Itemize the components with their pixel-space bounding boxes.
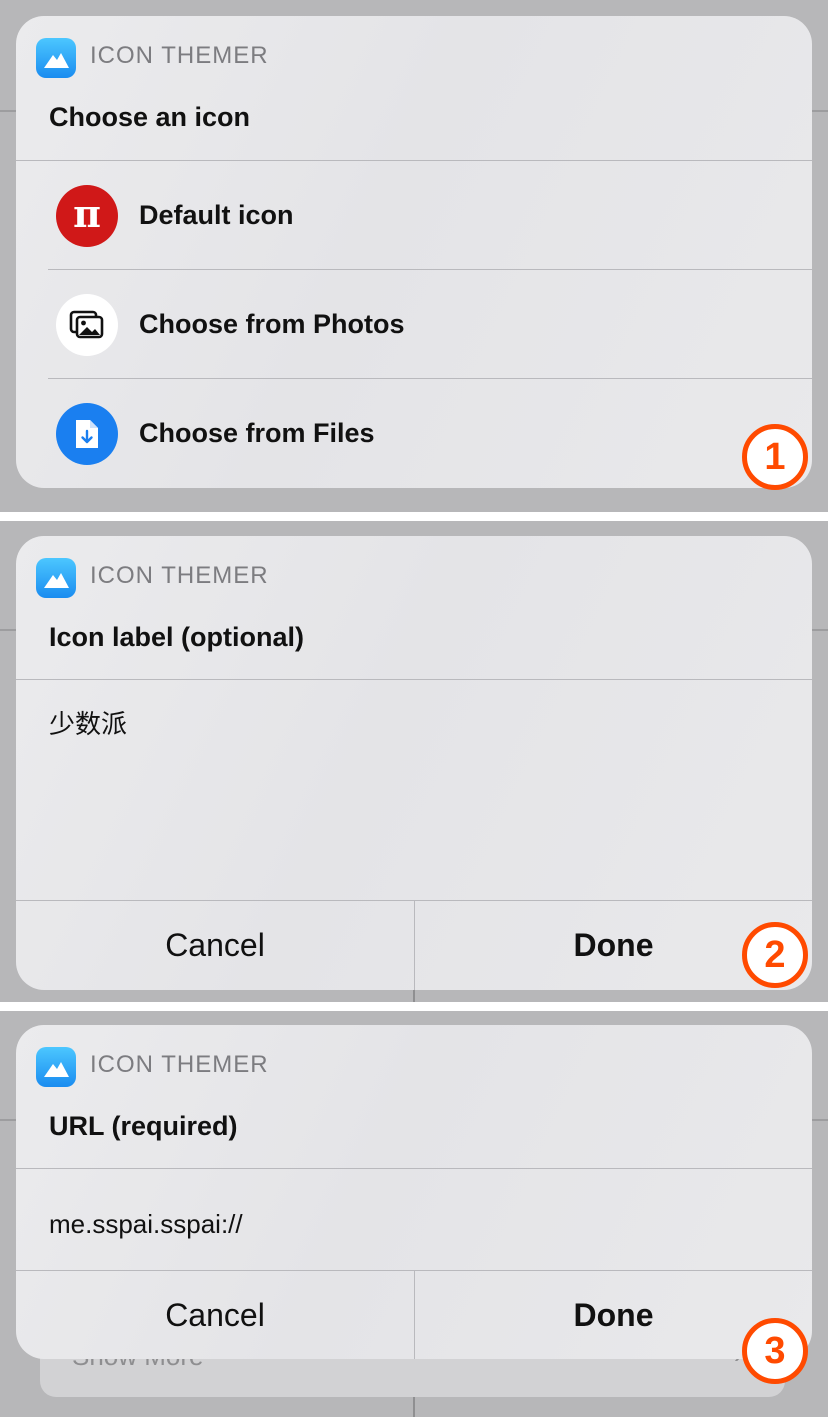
background-divider xyxy=(413,990,415,1002)
sheet-title: Choose an icon xyxy=(49,102,251,132)
app-name: ICON THEMER xyxy=(90,562,269,589)
url-field[interactable]: me.sspai.sspai:// xyxy=(49,1209,243,1240)
choose-icon-sheet: ICON THEMER Choose an icon π Default ico… xyxy=(16,16,812,488)
icon-themer-app-icon xyxy=(36,38,76,78)
option-default-icon[interactable]: π Default icon xyxy=(16,162,812,271)
background-divider xyxy=(0,629,16,631)
background-divider xyxy=(0,1119,16,1121)
header-divider xyxy=(16,1168,812,1169)
option-label: Choose from Files xyxy=(139,418,375,448)
header-divider xyxy=(16,679,812,680)
app-name: ICON THEMER xyxy=(90,1051,269,1078)
step-1-panel: ICON THEMER Choose an icon π Default ico… xyxy=(0,0,828,512)
option-divider xyxy=(48,378,812,379)
step-2-panel: ICON THEMER Icon label (optional) 少数派 Ca… xyxy=(0,521,828,1002)
pi-icon: π xyxy=(56,185,118,247)
option-label: Choose from Photos xyxy=(139,309,405,339)
step-number-badge: 3 xyxy=(742,1318,808,1384)
icon-label-sheet: ICON THEMER Icon label (optional) 少数派 Ca… xyxy=(16,536,812,990)
background-divider xyxy=(0,110,16,112)
option-label: Default icon xyxy=(139,200,294,230)
icon-themer-app-icon xyxy=(36,1047,76,1087)
sheet-title: URL (required) xyxy=(49,1111,238,1141)
background-divider xyxy=(812,1119,828,1121)
option-choose-from-photos[interactable]: Choose from Photos xyxy=(16,271,812,380)
header-divider xyxy=(16,160,812,161)
sheet-title: Icon label (optional) xyxy=(49,622,304,652)
option-choose-from-files[interactable]: Choose from Files xyxy=(16,380,812,488)
background-divider xyxy=(812,629,828,631)
app-name: ICON THEMER xyxy=(90,42,269,69)
background-divider xyxy=(413,1397,415,1417)
cancel-button[interactable]: Cancel xyxy=(16,1271,414,1359)
icon-themer-app-icon xyxy=(36,558,76,598)
files-icon xyxy=(56,403,118,465)
step-number-badge: 2 xyxy=(742,922,808,988)
background-divider xyxy=(812,110,828,112)
cancel-button[interactable]: Cancel xyxy=(16,901,414,989)
icon-label-field[interactable]: 少数派 xyxy=(49,704,127,741)
photos-icon xyxy=(56,294,118,356)
option-divider xyxy=(48,269,812,270)
url-sheet: ICON THEMER URL (required) me.sspai.sspa… xyxy=(16,1025,812,1359)
step-3-panel: Show More › ICON THEMER URL (required) m… xyxy=(0,1011,828,1417)
step-number-badge: 1 xyxy=(742,424,808,490)
